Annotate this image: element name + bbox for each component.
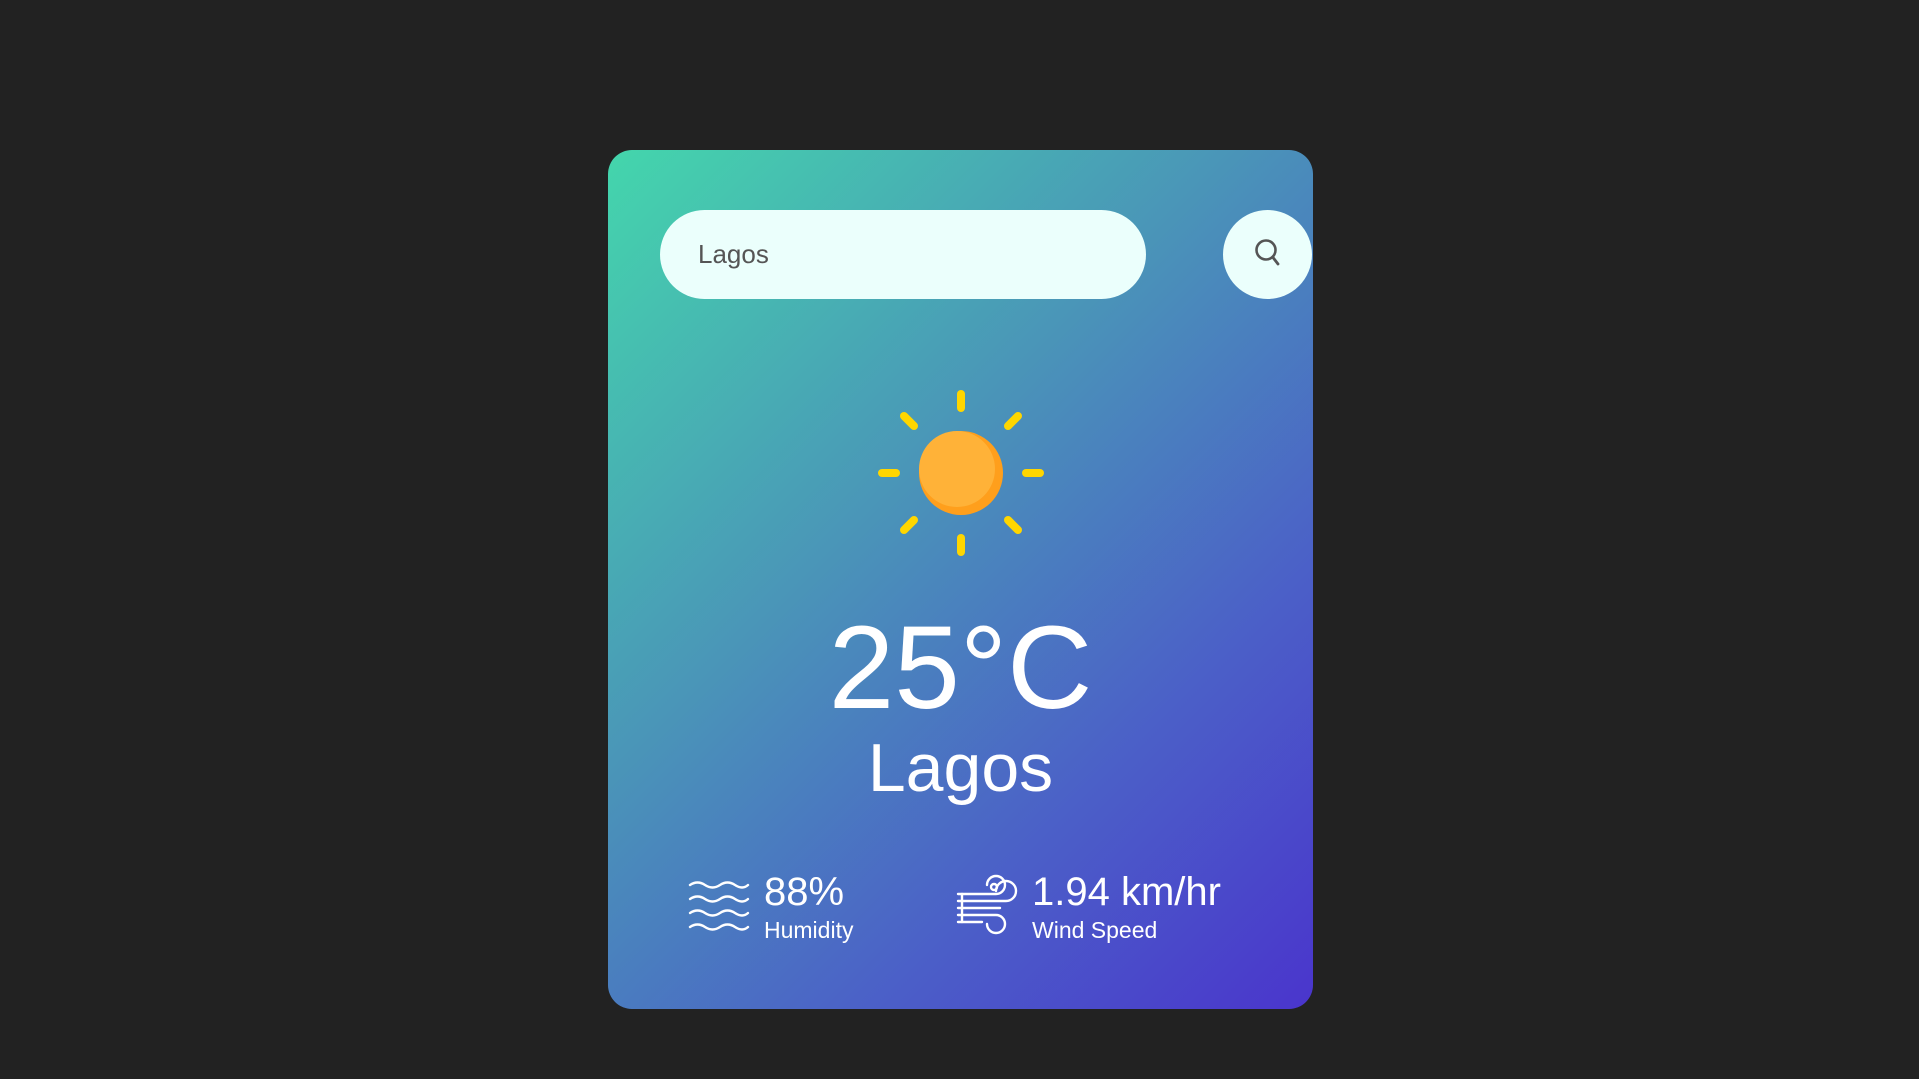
wind-panel: 1.94 km/hr Wind Speed xyxy=(956,870,1221,944)
humidity-label: Humidity xyxy=(764,917,854,943)
search-input[interactable] xyxy=(660,210,1146,299)
wind-value: 1.94 km/hr xyxy=(1032,870,1221,914)
sun-icon xyxy=(876,388,1046,558)
weather-card: 25°C Lagos 88% Humidity xyxy=(608,150,1313,1009)
humidity-waves-icon xyxy=(688,877,750,938)
city-name: Lagos xyxy=(867,730,1054,806)
search-button[interactable] xyxy=(1223,210,1312,299)
wind-text: 1.94 km/hr Wind Speed xyxy=(1032,870,1221,944)
humidity-value: 88% xyxy=(764,870,845,914)
weather-details: 88% Humidity 1.94 km/hr Wind Speed xyxy=(608,870,1313,970)
temperature: 25°C xyxy=(828,602,1093,734)
wind-label: Wind Speed xyxy=(1032,917,1158,943)
search-bar xyxy=(660,210,1312,299)
search-icon xyxy=(1254,238,1282,271)
wind-icon xyxy=(956,874,1018,941)
humidity-text: 88% Humidity xyxy=(764,870,853,944)
humidity-panel: 88% Humidity xyxy=(688,870,853,944)
